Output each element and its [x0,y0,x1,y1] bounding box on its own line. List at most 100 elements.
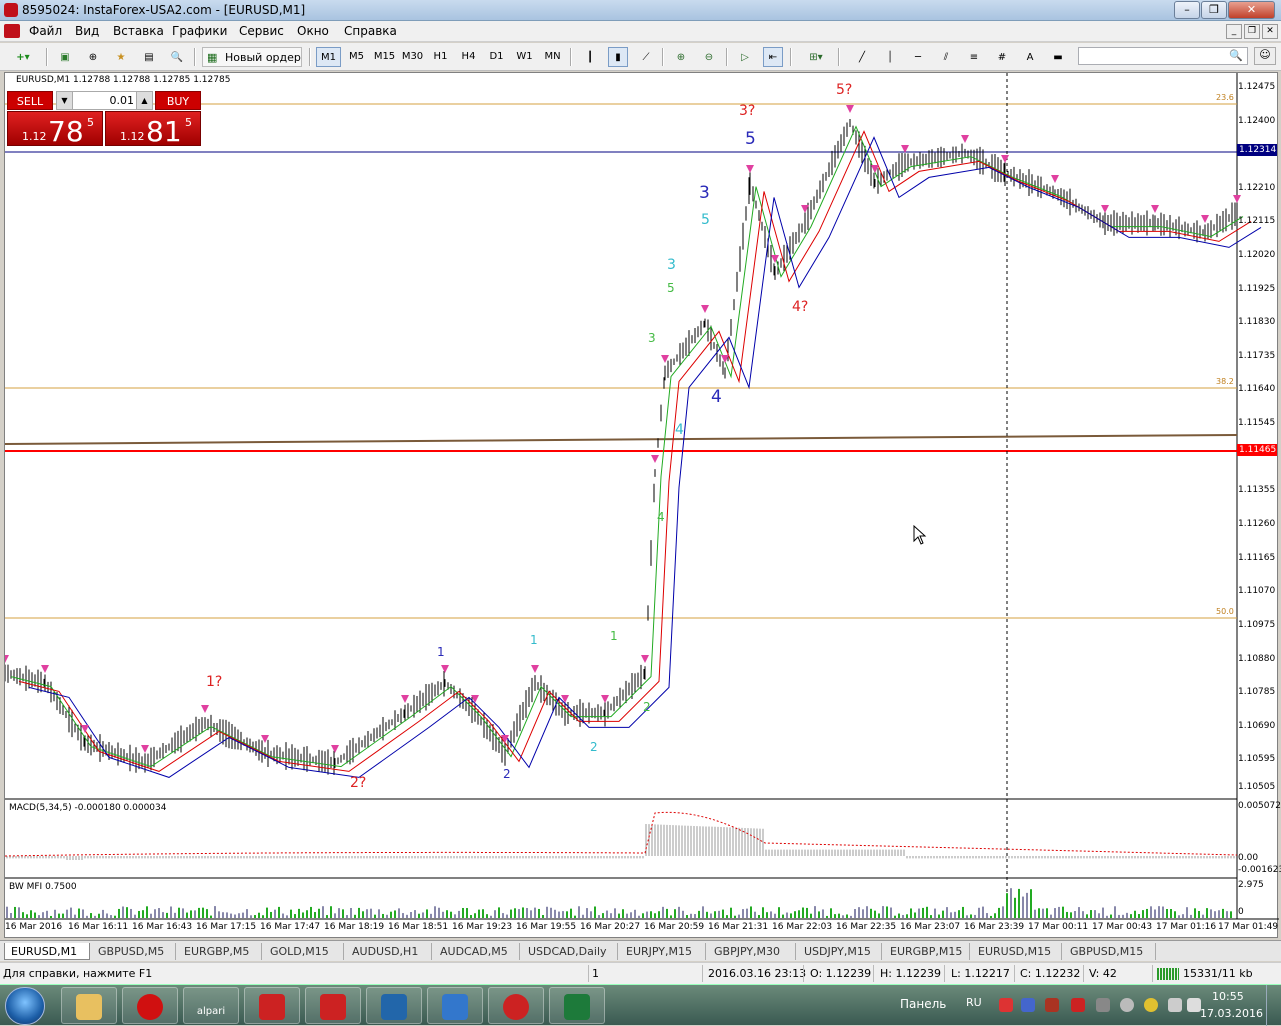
line-chart-icon[interactable]: ⟋ [636,47,656,67]
buy-price-panel[interactable]: 1.12 81 5 [105,111,201,148]
menu-insert[interactable]: Вставка [113,24,164,38]
connection-status-icon[interactable] [1157,968,1179,980]
gann-icon[interactable]: # [992,47,1012,67]
chart-tab[interactable]: USDCAD,Daily [522,943,618,960]
chart-tab[interactable]: EURGBP,M15 [884,943,970,960]
wave-label: 2 [503,767,511,781]
text-tool-icon[interactable]: A [1020,47,1040,67]
mdi-minimize-button[interactable]: _ [1226,24,1242,39]
channel-icon[interactable]: ⫽ [936,47,956,67]
timeframe-w1[interactable]: W1 [512,47,537,67]
task-charts-app[interactable] [366,987,422,1024]
timeframe-d1[interactable]: D1 [484,47,509,67]
task-alpari[interactable]: alpari [183,987,239,1024]
chart-tab[interactable]: EURGBP,M5 [178,943,262,960]
task-terminal-2[interactable] [305,987,361,1024]
timeframe-h4[interactable]: H4 [456,47,481,67]
language-indicator[interactable]: RU [966,996,982,1009]
menu-file[interactable]: Файл [29,24,62,38]
lot-size-value[interactable]: 0.01 [75,94,135,107]
lot-size-field[interactable]: ▼ 0.01 ▲ [56,91,153,110]
show-desktop-button[interactable] [1266,985,1281,1026]
search-input[interactable]: 🔍 [1078,47,1248,65]
tray-panel-label[interactable]: Панель [900,997,946,1011]
sell-button[interactable]: SELL [7,91,53,110]
chart-tab[interactable]: GBPUSD,M5 [92,943,176,960]
search-icon[interactable]: 🔍 [1229,49,1243,62]
fibo-icon[interactable]: ≡ [964,47,984,67]
market-watch-icon[interactable]: ▣ [55,47,75,67]
tray-app-icon[interactable] [1144,998,1158,1012]
chart-tab[interactable]: AUDUSD,H1 [346,943,432,960]
zoom-out-icon[interactable]: ⊖ [699,47,719,67]
bar-chart-icon[interactable]: ┃ [580,47,600,67]
tray-app-icon[interactable] [1120,998,1134,1012]
status-traffic[interactable]: 15331/11 kb [1183,967,1253,980]
mdi-close-button[interactable]: ✕ [1262,24,1278,39]
tray-app-icon[interactable] [1021,998,1035,1012]
timeframe-m15[interactable]: M15 [372,47,397,67]
chart-window-icon[interactable] [4,24,20,38]
task-p-app[interactable] [427,987,483,1024]
lot-increase-icon[interactable]: ▲ [136,92,152,109]
timeframe-h1[interactable]: H1 [428,47,453,67]
minimize-button[interactable]: – [1174,1,1200,19]
chart-tab[interactable]: EURJPY,M15 [620,943,706,960]
timeframe-m5[interactable]: M5 [344,47,369,67]
mdi-restore-button[interactable]: ❐ [1244,24,1260,39]
tray-app-icon[interactable] [999,998,1013,1012]
clock-time[interactable]: 10:55 [1212,990,1244,1003]
menu-window[interactable]: Окно [297,24,329,38]
new-order-button[interactable]: ▦ Новый ордер [202,47,302,67]
maximize-button[interactable]: ❐ [1201,1,1227,19]
price-chart[interactable] [5,73,1279,939]
close-button[interactable]: ✕ [1228,1,1275,19]
menu-tools[interactable]: Сервис [239,24,284,38]
chart-tab[interactable]: USDJPY,M15 [798,943,882,960]
chart-tab[interactable]: GBPUSD,M15 [1064,943,1156,960]
crosshair-icon[interactable]: ⊕ [83,47,103,67]
community-icon[interactable]: ☺ [1254,47,1276,65]
autoscroll-icon[interactable]: ▷ [735,47,755,67]
menu-view[interactable]: Вид [75,24,99,38]
task-excel[interactable] [549,987,605,1024]
network-icon[interactable] [1168,998,1182,1012]
tray-app-icon[interactable] [1045,998,1059,1012]
task-terminal-1[interactable] [244,987,300,1024]
label-tool-icon[interactable]: ▬ [1048,47,1068,67]
sell-price-panel[interactable]: 1.12 78 5 [7,111,103,148]
task-file-explorer[interactable] [61,987,117,1024]
trendline-icon[interactable]: ╱ [852,47,872,67]
lot-decrease-icon[interactable]: ▼ [57,92,73,109]
menu-charts[interactable]: Графики [172,24,227,38]
tray-app-icon[interactable] [1096,998,1110,1012]
terminal-icon[interactable]: ▤ [139,47,159,67]
chart-tab[interactable]: AUDCAD,M5 [434,943,520,960]
timeframe-m1[interactable]: M1 [316,47,341,67]
chart-window[interactable] [4,72,1279,939]
chart-tab[interactable]: EURUSD,M15 [972,943,1062,960]
volume-icon[interactable] [1187,998,1201,1012]
chart-shift-icon[interactable]: ⇤ [763,47,783,67]
tester-icon[interactable]: 🔍 [167,47,187,67]
task-g-app[interactable] [488,987,544,1024]
time-axis-label: 16 Mar 22:03 [772,922,833,932]
chart-tab[interactable]: GOLD,M15 [264,943,344,960]
tray-app-icon[interactable] [1071,998,1085,1012]
indicators-icon[interactable]: ⊞▾ [801,47,831,67]
navigator-icon[interactable]: ★ [111,47,131,67]
chart-tab[interactable]: EURUSD,M1 [4,943,90,960]
horizontal-line-icon[interactable]: ─ [908,47,928,67]
new-chart-icon[interactable]: +▾ [8,47,38,67]
vertical-line-icon[interactable]: │ [880,47,900,67]
timeframe-m30[interactable]: M30 [400,47,425,67]
task-opera[interactable] [122,987,178,1024]
zoom-in-icon[interactable]: ⊕ [671,47,691,67]
candle-chart-icon[interactable]: ▮ [608,47,628,67]
timeframe-mn[interactable]: MN [540,47,565,67]
menu-help[interactable]: Справка [344,24,397,38]
start-button[interactable] [5,987,45,1025]
buy-button[interactable]: BUY [155,91,201,110]
clock-date[interactable]: 17.03.2016 [1200,1007,1263,1020]
chart-tab[interactable]: GBPJPY,M30 [708,943,796,960]
